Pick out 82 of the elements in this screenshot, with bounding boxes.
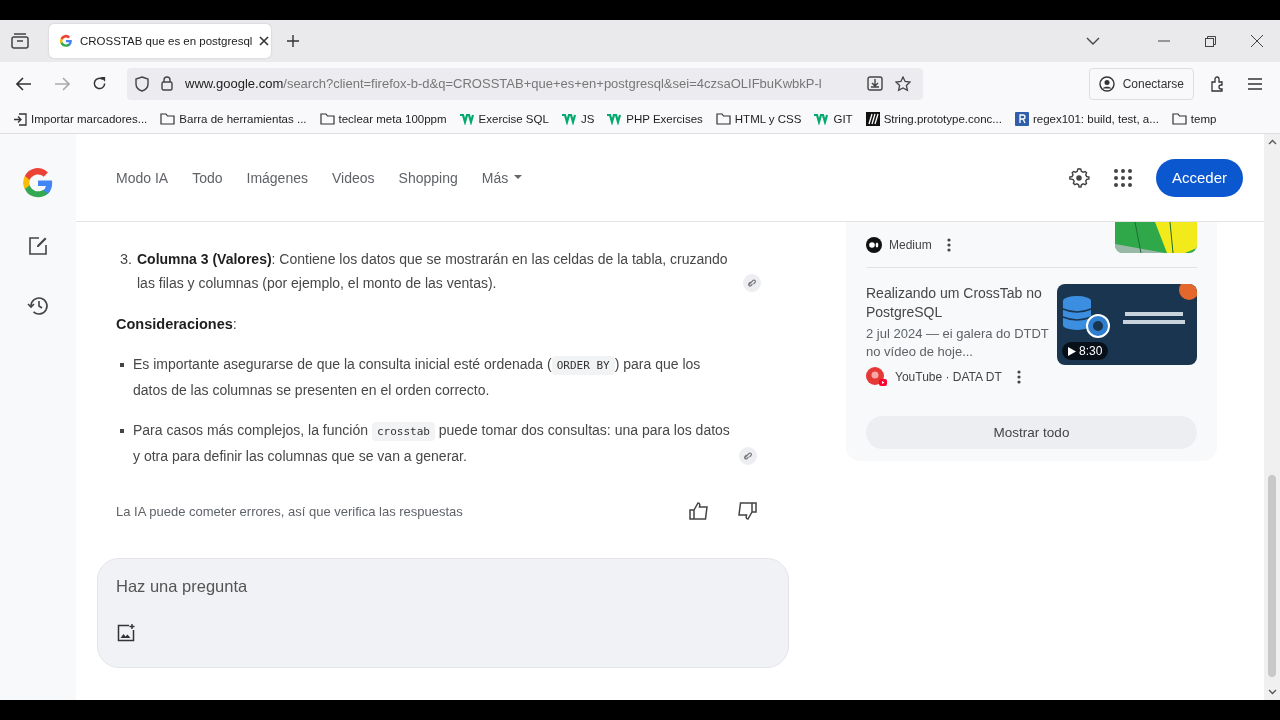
more-options-icon[interactable] [1016, 370, 1021, 384]
bookmark-item[interactable]: temp [1171, 113, 1217, 125]
add-image-icon[interactable] [117, 624, 135, 642]
show-all-button[interactable]: Mostrar todo [866, 416, 1197, 449]
reload-icon[interactable] [92, 76, 107, 91]
scrollbar-thumb[interactable] [1268, 475, 1276, 677]
folder-icon [160, 113, 176, 125]
tab-list-icon[interactable] [11, 33, 29, 49]
url-text: www.google.com/search?client=firefox-b-d&q=CROSSTAB+que+es+en+postgresql&sei=4czsaOLIFbuKwbkP-l [185, 76, 823, 91]
site-logo-icon [866, 237, 882, 253]
question-input[interactable]: Haz una pregunta [116, 577, 770, 596]
channel-avatar-icon [866, 367, 888, 387]
bookmark-item[interactable]: Exercise SQL [459, 113, 549, 125]
search-tab[interactable]: Videos [332, 169, 375, 186]
google-icon [59, 34, 73, 48]
close-window-icon[interactable] [1251, 35, 1263, 47]
bookmark-item[interactable]: regex101: build, test, a... [1014, 112, 1159, 126]
search-tab[interactable]: Imágenes [246, 169, 308, 186]
source-name: YouTube · DATA DT [895, 370, 1002, 384]
site-logo-icon [607, 113, 623, 125]
apps-grid-icon[interactable] [1113, 168, 1132, 187]
search-tab[interactable]: Modo IA [116, 169, 169, 186]
bookmark-item[interactable]: String.prototype.conc... [865, 112, 1002, 126]
list-item-text: Columna 3 (Valores): Contiene los datos que se mostrarán en las celdas de la tabla, cruzando las filas y columnas (por ejemplo, el monto de las ventas). [137, 250, 729, 293]
star-icon[interactable] [895, 75, 911, 92]
close-icon[interactable] [259, 36, 270, 46]
caret-icon [514, 175, 523, 180]
address-bar[interactable]: www.google.com/search?client=firefox-b-d&q=CROSSTAB+que+es+en+postgresql&sei=4czsaOLIFbuKwbkP-l [127, 67, 923, 100]
source-name: Medium [889, 238, 932, 252]
site-logo-icon [1014, 112, 1029, 126]
bookmark-item[interactable]: GIT [814, 113, 853, 125]
bookmark-item[interactable]: JS [561, 113, 595, 125]
folder-icon [319, 113, 335, 125]
bookmark-item[interactable]: Barra de herramientas ... [160, 113, 307, 125]
search-tab[interactable]: Shopping [398, 169, 458, 186]
browser-tab[interactable]: CROSSTAB que es en postgresql [49, 24, 271, 58]
site-logo-icon [865, 112, 880, 126]
site-logo-icon [561, 113, 577, 125]
search-tab[interactable]: Todo [192, 169, 223, 186]
chevron-down-icon[interactable] [1086, 37, 1100, 45]
new-tab-icon[interactable] [287, 35, 299, 47]
folder-icon [715, 113, 731, 125]
link-icon[interactable] [743, 274, 761, 292]
disclaimer-text: La IA puede cometer errores, así que verifica las respuestas [116, 503, 463, 519]
list-number: 3. [120, 250, 134, 269]
tab-title: CROSSTAB que es en postgresql [80, 35, 253, 47]
shield-icon[interactable] [135, 75, 149, 92]
result-title[interactable]: Realizando um CrossTab no PostgreSQL [866, 284, 1056, 322]
bullet-text: Es importante asegurarse de que la consulta inicial esté ordenada ( ORDER BY ) para que los datos de las columnas se presenten en el orden correcto. [133, 355, 702, 400]
site-logo-icon [459, 113, 475, 125]
sign-in-button[interactable]: Acceder [1155, 158, 1243, 197]
bookmark-item[interactable]: HTML y CSS [715, 113, 802, 125]
scroll-down-icon[interactable] [1267, 689, 1277, 695]
bookmark-item[interactable]: PHP Exercises [607, 113, 703, 125]
result-snippet: 2 jul 2024 — ei galera do DTDT no vídeo de hoje... [866, 325, 1050, 361]
link-icon[interactable] [739, 447, 757, 465]
lock-icon[interactable] [161, 76, 173, 91]
bookmark-item[interactable]: teclear meta 100ppm [319, 113, 447, 125]
more-menu[interactable]: Más [481, 169, 523, 186]
thumbs-down-icon[interactable] [737, 502, 757, 520]
bullet-text: Para casos más complejos, la función crosstab puede tomar dos consultas: una para los datos y otra para definir las columnas que se van a generar. [133, 421, 731, 466]
download-icon[interactable] [867, 76, 883, 91]
section-heading: Consideraciones: [116, 315, 238, 334]
more-options-icon[interactable] [946, 238, 951, 252]
settings-icon[interactable] [1067, 166, 1090, 189]
play-icon [1068, 346, 1076, 356]
folder-icon [1171, 113, 1187, 125]
scroll-up-icon[interactable] [1267, 139, 1277, 145]
video-duration: 8:30 [1062, 342, 1109, 360]
import-icon [13, 112, 27, 126]
account-icon [1098, 75, 1115, 92]
history-icon[interactable] [27, 296, 49, 316]
bookmark-item[interactable]: Importar marcadores... [13, 112, 148, 126]
site-logo-icon [814, 113, 830, 125]
restore-icon[interactable] [1205, 35, 1216, 47]
menu-icon[interactable] [1248, 77, 1262, 90]
account-button[interactable]: Conectarse [1088, 67, 1194, 100]
back-icon[interactable] [16, 76, 32, 91]
edit-icon[interactable] [28, 236, 48, 256]
thumbs-up-icon[interactable] [689, 502, 709, 520]
google-logo-icon[interactable] [21, 166, 55, 200]
extensions-icon[interactable] [1210, 75, 1226, 92]
